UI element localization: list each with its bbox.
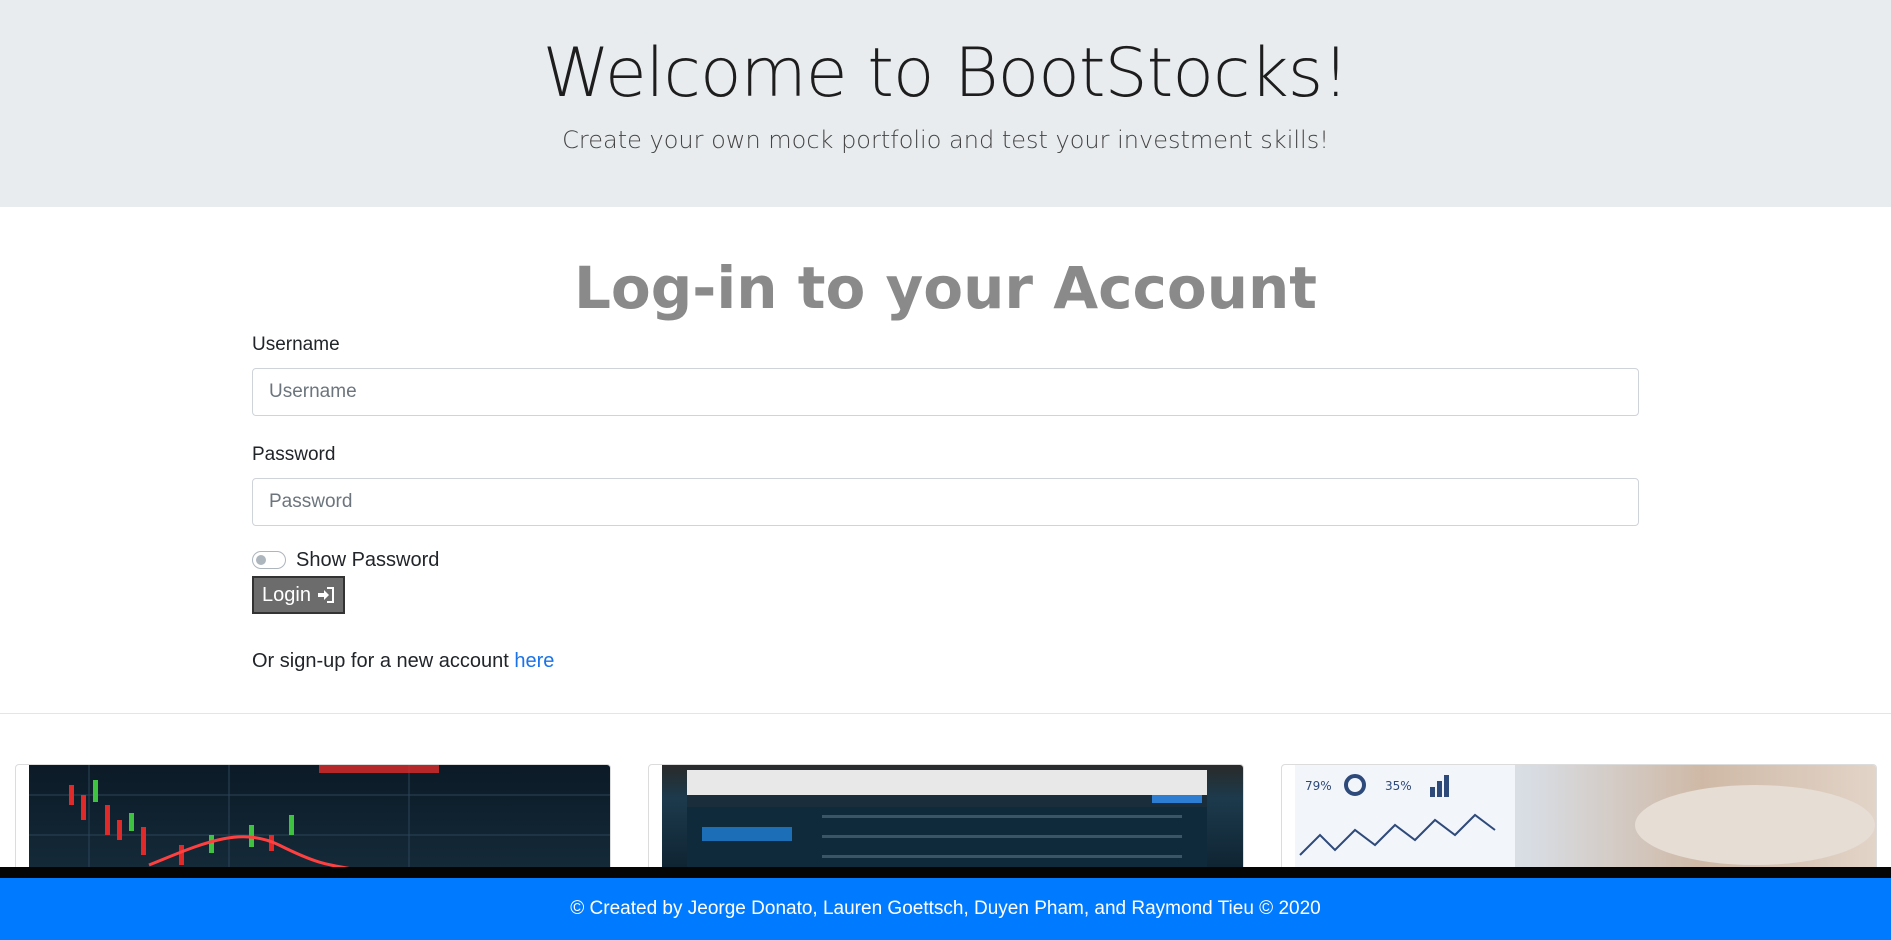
show-password-row: Show Password	[252, 548, 1639, 572]
footer: © Created by Jeorge Donato, Lauren Goett…	[0, 878, 1891, 940]
jumbotron-header: Welcome to BootStocks! Create your own m…	[0, 0, 1891, 207]
signup-link[interactable]: here	[514, 650, 554, 672]
login-button[interactable]: Login	[252, 576, 345, 614]
section-divider	[0, 713, 1891, 714]
username-input[interactable]	[252, 368, 1639, 416]
signup-text: Or sign-up for a new account	[252, 650, 509, 672]
password-label: Password	[252, 444, 336, 465]
feature-card	[648, 764, 1244, 876]
footer-top-bar	[0, 867, 1891, 878]
feature-card: 79% 35%	[1281, 764, 1877, 876]
footer-text: © Created by Jeorge Donato, Lauren Goett…	[570, 898, 1321, 919]
login-form: Username Password Show Password Login Or…	[252, 330, 1639, 673]
login-button-label: Login	[262, 583, 311, 606]
page-title: Welcome to BootStocks!	[542, 34, 1350, 113]
show-password-label[interactable]: Show Password	[296, 549, 439, 572]
show-password-toggle[interactable]	[252, 551, 286, 569]
laptop-trading-screen-photo	[662, 765, 1243, 875]
sign-in-icon	[317, 587, 335, 603]
signup-prompt: Or sign-up for a new account here	[252, 650, 1639, 673]
financial-report-charts-photo: 79% 35%	[1295, 765, 1876, 875]
username-label: Username	[252, 334, 340, 355]
page-subtitle: Create your own mock portfolio and test …	[562, 126, 1329, 154]
toggle-knob	[256, 555, 266, 565]
svg-text:35%: 35%	[1385, 779, 1412, 793]
svg-text:79%: 79%	[1305, 779, 1332, 793]
stock-candlestick-chart-photo	[29, 765, 610, 875]
login-heading: Log-in to your Account	[573, 254, 1318, 322]
feature-card	[15, 764, 611, 876]
password-input[interactable]	[252, 478, 1639, 526]
